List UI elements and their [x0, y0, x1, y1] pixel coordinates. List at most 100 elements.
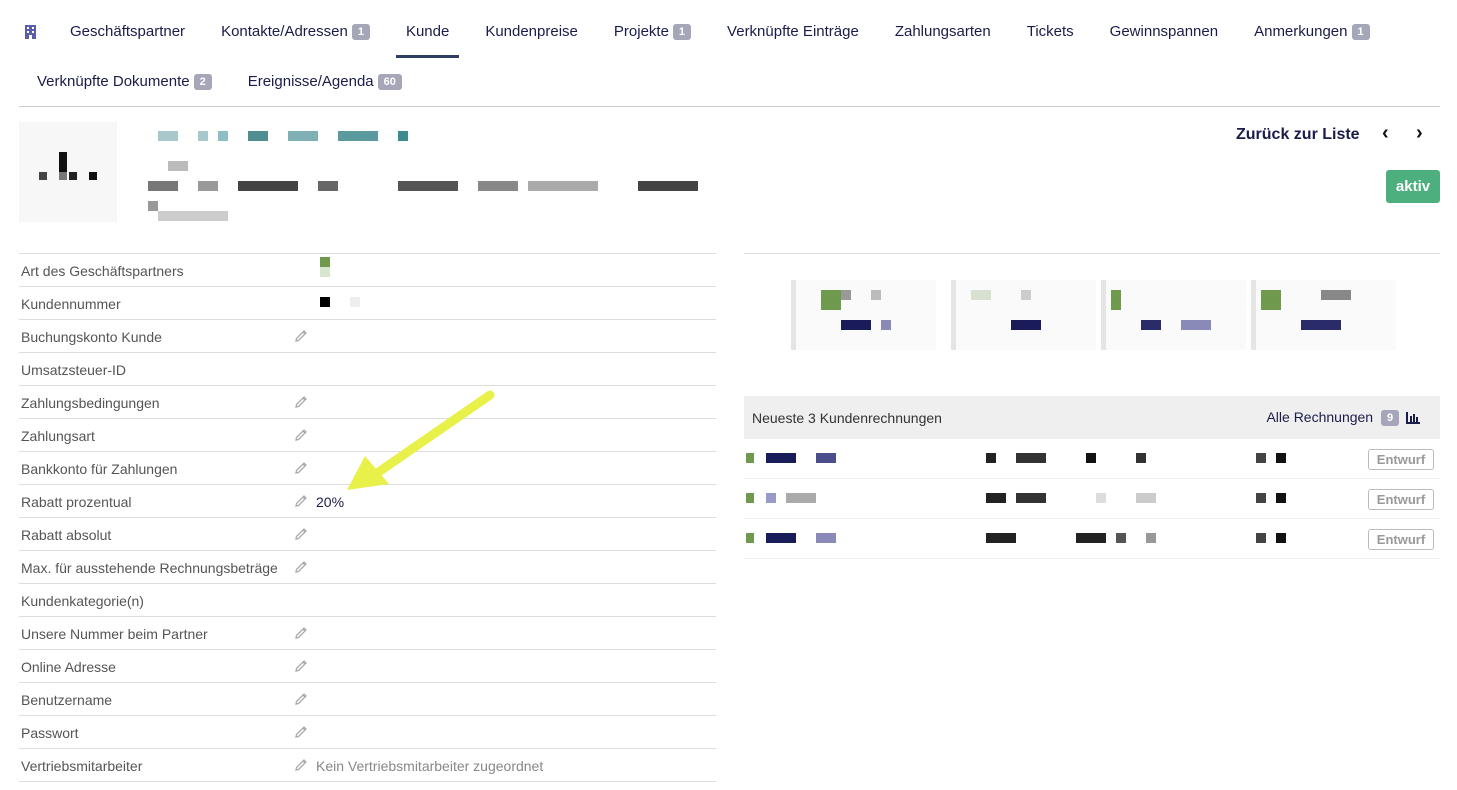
redacted-value [766, 533, 796, 543]
field-label: Rabatt absolut [21, 527, 112, 543]
redacted-value [816, 533, 836, 543]
field-label: Art des Geschäftspartners [21, 263, 184, 279]
field-value: 20% [316, 494, 345, 510]
tab-kontakte-adressen[interactable]: Kontakte/Adressen 1 [203, 12, 388, 52]
tab-anmerkungen[interactable]: Anmerkungen 1 [1236, 12, 1388, 52]
tab-gesch-ftspartner[interactable]: Geschäftspartner [52, 12, 203, 52]
divider [744, 253, 1440, 254]
all-invoices-link[interactable]: Alle Rechnungen 9 [1266, 409, 1420, 427]
redacted-value [1136, 493, 1156, 503]
tab-ereignisse-agenda[interactable]: Ereignisse/Agenda 60 [230, 62, 420, 102]
pencil-icon[interactable] [293, 757, 309, 773]
previous-record-button[interactable]: ‹ [1382, 122, 1389, 145]
back-to-list-link[interactable]: Zurück zur Liste [1236, 126, 1360, 144]
redacted-value [1096, 493, 1106, 503]
redacted-value [1076, 533, 1106, 543]
pencil-icon[interactable] [293, 394, 309, 410]
redacted-value [1276, 533, 1286, 543]
all-invoices-label: Alle Rechnungen [1266, 409, 1374, 425]
pencil-icon[interactable] [293, 460, 309, 476]
tab-gewinnspannen[interactable]: Gewinnspannen [1092, 12, 1236, 52]
pencil-icon[interactable] [293, 493, 309, 509]
redacted-value [1276, 493, 1286, 503]
field-row: Kundennummer [19, 287, 716, 320]
tab-tickets[interactable]: Tickets [1009, 12, 1092, 52]
tab-count-badge: 2 [193, 74, 212, 91]
next-record-button[interactable]: › [1416, 122, 1423, 145]
redacted-value [1116, 533, 1126, 543]
redacted-value [1086, 453, 1096, 463]
invoice-status-button[interactable]: Entwurf [1368, 529, 1434, 550]
redacted-value [1256, 533, 1266, 543]
redacted-value [746, 453, 754, 463]
bar-chart-icon [1406, 412, 1420, 425]
field-label: Umsatzsteuer-ID [21, 362, 127, 378]
field-row: Passwort [19, 716, 716, 749]
invoice-row[interactable]: Entwurf [744, 519, 1440, 559]
tab-zahlungsarten[interactable]: Zahlungsarten [877, 12, 1009, 52]
tab-count-badge: 60 [377, 74, 402, 91]
field-label: Kundenkategorie(n) [21, 593, 144, 609]
redacted-value [986, 453, 996, 463]
field-row: Online Adresse [19, 650, 716, 683]
field-label: Unsere Nummer beim Partner [21, 626, 208, 642]
field-row: Kundenkategorie(n) [19, 584, 716, 617]
pencil-icon[interactable] [293, 427, 309, 443]
field-label: Benutzername [21, 692, 113, 708]
tab-count-badge: 1 [672, 24, 692, 41]
invoice-rows: Entwurf Entwurf Entwurf [744, 439, 1440, 559]
tab-verkn-pfte-eintr-ge[interactable]: Verknüpfte Einträge [709, 12, 877, 52]
redacted-value [986, 493, 1006, 503]
redacted-value [1256, 453, 1266, 463]
kpi-card [791, 280, 936, 350]
all-invoices-count: 9 [1380, 410, 1400, 427]
pencil-icon[interactable] [293, 526, 309, 542]
pencil-icon[interactable] [293, 328, 309, 344]
redacted-value [766, 493, 776, 503]
field-row: Unsere Nummer beim Partner [19, 617, 716, 650]
pencil-icon[interactable] [293, 559, 309, 575]
invoice-status-button[interactable]: Entwurf [1368, 489, 1434, 510]
field-label: Vertriebsmitarbeiter [21, 758, 143, 774]
building-icon [25, 25, 36, 39]
pencil-icon[interactable] [293, 625, 309, 641]
field-row: Buchungskonto Kunde [19, 320, 716, 353]
redacted-value [816, 453, 836, 463]
tab-label: Verknüpfte Einträge [727, 23, 859, 40]
tab-count-badge: 1 [1351, 24, 1370, 41]
pencil-icon[interactable] [293, 724, 309, 740]
field-label: Bankkonto für Zahlungen [21, 461, 178, 477]
tab-label: Gewinnspannen [1109, 23, 1219, 40]
redacted-value [986, 533, 1016, 543]
redacted-value [320, 257, 330, 267]
invoice-status-button[interactable]: Entwurf [1368, 449, 1434, 470]
field-label: Passwort [21, 725, 79, 741]
tab-label: Kontakte/Adressen [221, 23, 348, 40]
redacted-value [1276, 453, 1286, 463]
tab-label: Kunde [405, 23, 450, 40]
tab-kundenpreise[interactable]: Kundenpreise [467, 12, 596, 52]
tab-label: Verknüpfte Dokumente [37, 73, 190, 90]
kpi-card [951, 280, 1096, 350]
tab-verkn-pfte-dokumente[interactable]: Verknüpfte Dokumente 2 [19, 62, 230, 102]
tab-projekte[interactable]: Projekte 1 [596, 12, 709, 52]
customer-fields-table: Art des Geschäftspartners Kundennummer Buc… [19, 253, 716, 782]
tab-kunde[interactable]: Kunde [388, 12, 467, 58]
redacted-value [320, 297, 330, 307]
tab-label: Geschäftspartner [70, 23, 186, 40]
field-row: Benutzername [19, 683, 716, 716]
recent-invoices-title: Neueste 3 Kundenrechnungen [752, 410, 942, 426]
tab-row-1: Geschäftspartner Kontakte/Adressen 1 Kunde K… [19, 12, 1388, 58]
pencil-icon[interactable] [293, 691, 309, 707]
tab-count-badge: 1 [351, 24, 370, 41]
redacted-value [766, 453, 796, 463]
field-row: Rabatt absolut [19, 518, 716, 551]
pencil-icon[interactable] [293, 658, 309, 674]
tab-bar: Geschäftspartner Kontakte/Adressen 1 Kunde K… [19, 0, 1440, 107]
kpi-card [1101, 280, 1246, 350]
invoice-row[interactable]: Entwurf [744, 479, 1440, 519]
redacted-value [320, 267, 330, 277]
annotation-arrow-icon [347, 390, 495, 490]
redacted-value [350, 297, 360, 307]
invoice-row[interactable]: Entwurf [744, 439, 1440, 479]
